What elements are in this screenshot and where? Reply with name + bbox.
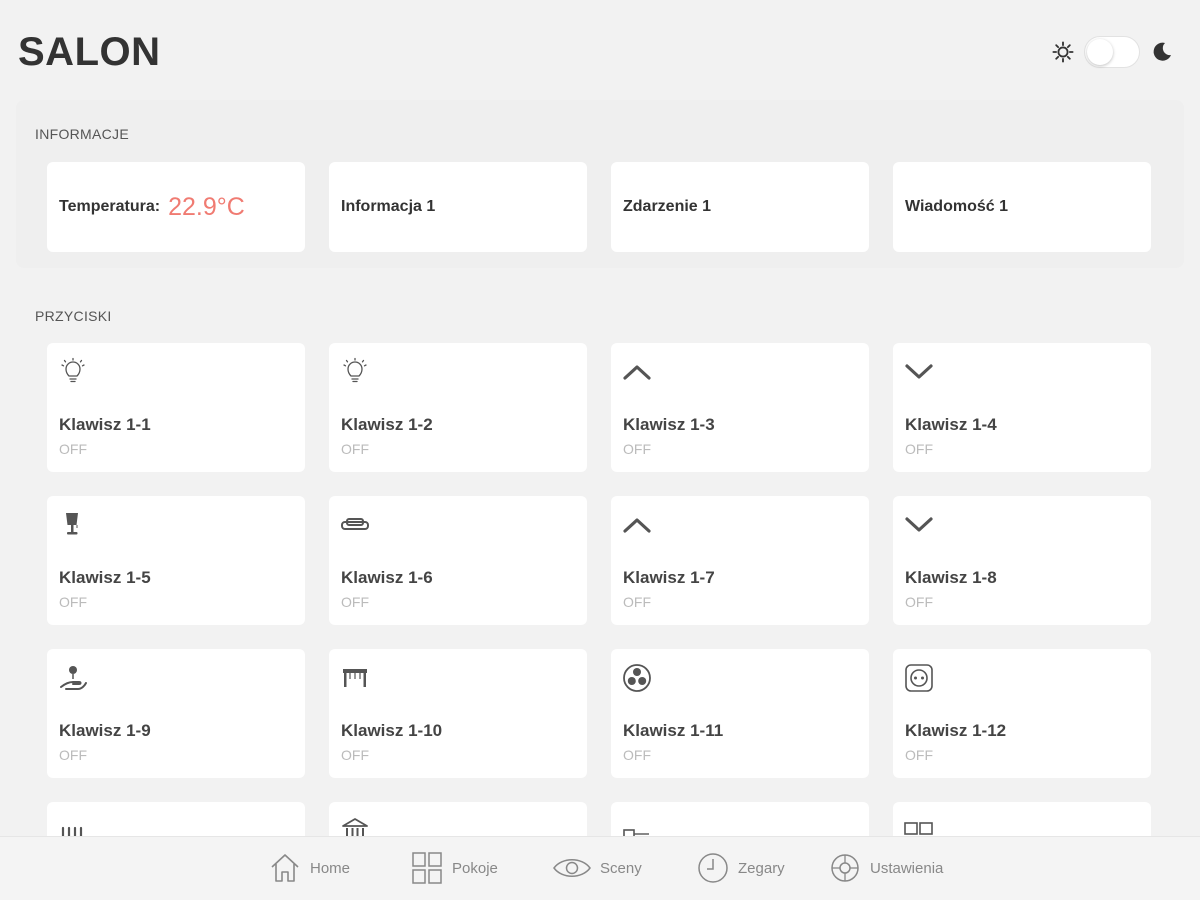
section-label-info: INFORMACJE	[35, 126, 129, 142]
fan-icon	[623, 664, 651, 692]
tile-name: Klawisz 1-10	[341, 721, 443, 740]
button-tile[interactable]: Klawisz 1-4 OFF	[893, 343, 1151, 472]
tile-name: Klawisz 1-1	[59, 415, 151, 434]
tile-state: OFF	[623, 441, 651, 457]
tile-state: OFF	[341, 747, 369, 763]
nav-label-clocks: Zegary	[738, 859, 785, 877]
section-label-buttons: PRZYCISKI	[35, 308, 112, 324]
awning-icon	[343, 669, 367, 687]
tile-state: OFF	[59, 594, 87, 610]
temperature-value: 22.9°C	[168, 192, 245, 221]
tile-name: Klawisz 1-2	[341, 415, 433, 434]
tile-state: OFF	[905, 747, 933, 763]
nav-item-clocks[interactable]: Zegary	[696, 851, 785, 885]
tile-state: OFF	[905, 594, 933, 610]
bulb-icon	[61, 357, 85, 383]
tile-state: OFF	[59, 441, 87, 457]
button-tile[interactable]: Klawisz 1-10 OFF	[329, 649, 587, 778]
tile-state: OFF	[905, 441, 933, 457]
info-card-label: Informacja 1	[341, 198, 436, 215]
message-card: Wiadomość 1	[893, 162, 1151, 252]
table-lamp-icon	[66, 513, 78, 535]
button-tile[interactable]: Klawisz 1-3 OFF	[611, 343, 869, 472]
event-card: Zdarzenie 1	[611, 162, 869, 252]
button-tile[interactable]: Klawisz 1-12 OFF	[893, 649, 1151, 778]
bulb-icon	[343, 357, 367, 383]
moon-icon	[1153, 42, 1171, 61]
nav-item-scenes[interactable]: Sceny	[552, 851, 642, 885]
dark-mode-toggle[interactable]	[1084, 36, 1140, 68]
tile-state: OFF	[59, 747, 87, 763]
tile-name: Klawisz 1-12	[905, 721, 1007, 740]
theme-switch	[1052, 36, 1174, 68]
button-tile[interactable]: Klawisz 1-8 OFF	[893, 496, 1151, 625]
tile-name: Klawisz 1-6	[341, 568, 433, 587]
tile-name: Klawisz 1-9	[59, 721, 151, 740]
nav-label-home: Home	[310, 859, 351, 877]
buttons-grid: Klawisz 1-1 OFF Klawisz 1-2 OFF Klawisz …	[47, 343, 1151, 900]
clock-icon	[698, 853, 728, 883]
button-tile[interactable]: Klawisz 1-7 OFF	[611, 496, 869, 625]
tile-state: OFF	[341, 441, 369, 457]
tile-name: Klawisz 1-4	[905, 415, 997, 434]
button-tile[interactable]: Klawisz 1-9 OFF	[47, 649, 305, 778]
bottom-nav: Home Pokoje Sceny Zegary Ustawienia	[0, 836, 1200, 900]
tile-state: OFF	[623, 594, 651, 610]
page-title: SALON	[18, 30, 161, 74]
tile-state: OFF	[341, 594, 369, 610]
sofa-icon	[341, 518, 369, 530]
chevron-up-icon	[623, 365, 651, 380]
eye-icon	[553, 859, 591, 877]
tile-name: Klawisz 1-11	[623, 721, 724, 740]
chevron-down-icon	[905, 364, 933, 379]
header: SALON	[0, 0, 1200, 100]
tile-name: Klawisz 1-5	[59, 568, 151, 587]
button-tile[interactable]: Klawisz 1-5 OFF	[47, 496, 305, 625]
nav-item-home[interactable]: Home	[268, 851, 350, 885]
tile-name: Klawisz 1-3	[623, 415, 715, 434]
temperature-label: Temperatura:	[59, 198, 161, 215]
nav-item-rooms[interactable]: Pokoje	[410, 851, 498, 885]
button-tile[interactable]: Klawisz 1-6 OFF	[329, 496, 587, 625]
nav-label-rooms: Pokoje	[452, 859, 498, 877]
nav-label-settings: Ustawienia	[870, 859, 944, 877]
info-section: INFORMACJE Temperatura: 22.9°C Informacj…	[16, 100, 1184, 268]
temperature-card: Temperatura: 22.9°C	[47, 162, 305, 252]
button-tile[interactable]: Klawisz 1-11 OFF	[611, 649, 869, 778]
info-cards: Temperatura: 22.9°C Informacja 1 Zdarzen…	[47, 162, 1151, 252]
hand-light-icon	[60, 666, 87, 690]
home-icon	[271, 854, 299, 882]
event-card-label: Zdarzenie 1	[623, 198, 712, 215]
button-tile[interactable]: Klawisz 1-2 OFF	[329, 343, 587, 472]
tile-state: OFF	[623, 747, 651, 763]
socket-icon	[905, 664, 933, 692]
tile-name: Klawisz 1-8	[905, 568, 997, 587]
info-card: Informacja 1	[329, 162, 587, 252]
message-card-label: Wiadomość 1	[905, 198, 1008, 215]
nav-item-settings[interactable]: Ustawienia	[828, 851, 943, 885]
rooms-grid-icon	[412, 852, 442, 884]
nav-label-scenes: Sceny	[600, 859, 642, 877]
chevron-up-icon	[623, 518, 651, 533]
toggle-knob	[1087, 39, 1113, 65]
settings-icon	[831, 854, 859, 882]
chevron-down-icon	[905, 517, 933, 532]
tile-name: Klawisz 1-7	[623, 568, 715, 587]
sun-icon	[1052, 41, 1074, 63]
button-tile[interactable]: Klawisz 1-1 OFF	[47, 343, 305, 472]
